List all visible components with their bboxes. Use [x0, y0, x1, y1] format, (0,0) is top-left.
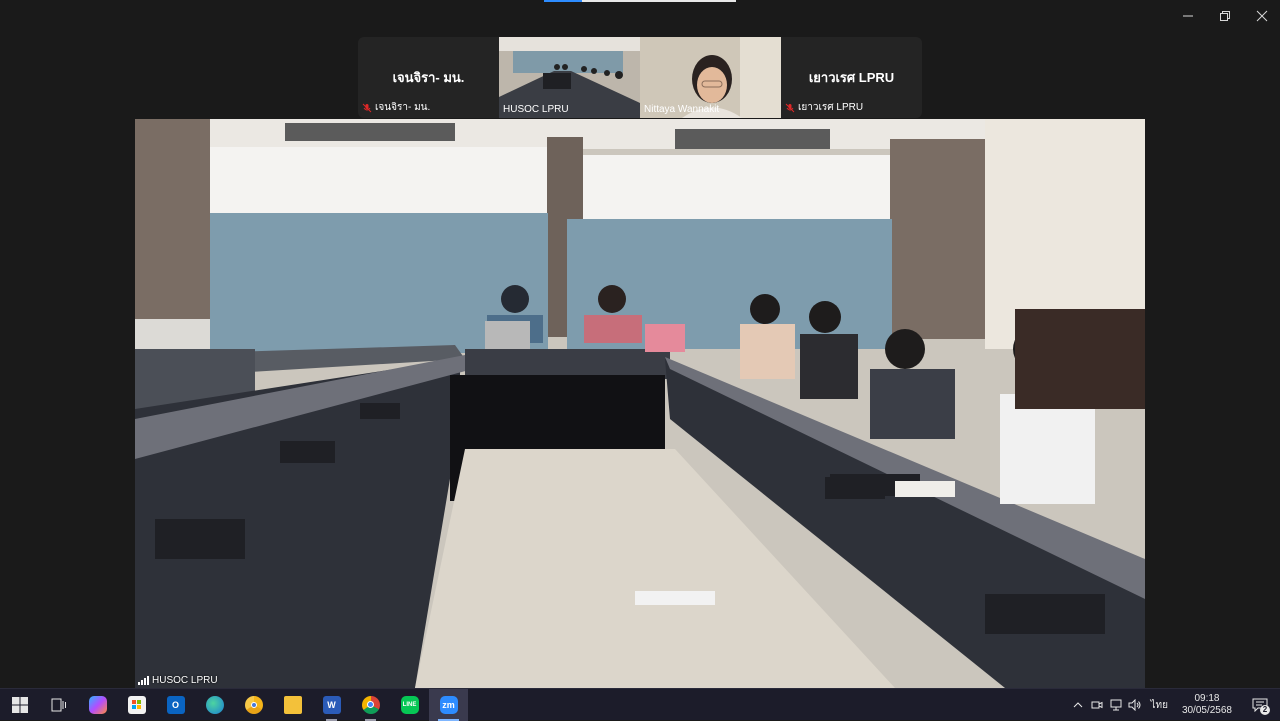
notification-badge: 2 [1260, 705, 1270, 715]
participant-name: เยาวเรศ LPRU [808, 70, 895, 85]
file-explorer-icon [283, 695, 302, 714]
signal-strength-icon [138, 676, 149, 685]
clock-time: 09:18 [1194, 693, 1220, 704]
task-view-icon [51, 698, 66, 711]
network-button[interactable] [1106, 689, 1125, 721]
copilot-button[interactable] [78, 689, 117, 721]
participant-tile[interactable]: เยาวเรศ LPRU เยาวเรศ LPRU [781, 37, 922, 118]
line-icon: LINE [400, 695, 419, 714]
notification-center-button[interactable]: 2 [1240, 689, 1280, 721]
main-video[interactable]: HUSOC LPRU [135, 119, 1145, 688]
minimize-button[interactable] [1169, 0, 1206, 32]
word-button[interactable]: W [312, 689, 351, 721]
participant-strip: เจนจิรา- มน. เจนจิรา- มน. HUSOC LPRU Nit… [358, 37, 922, 118]
participant-tile[interactable]: เจนจิรา- มน. เจนจิรา- มน. [358, 37, 499, 118]
zoom-icon-label: zm [442, 699, 455, 710]
view-switch-indicator[interactable] [544, 0, 736, 2]
chrome-canary-button[interactable] [234, 689, 273, 721]
participant-tag-label: Nittaya Wannakit [644, 104, 720, 115]
clock[interactable]: 09:18 30/05/2568 [1174, 693, 1240, 717]
meet-now-button[interactable] [1087, 689, 1106, 721]
volume-button[interactable] [1125, 689, 1144, 721]
zoom-button[interactable]: zm [429, 688, 468, 721]
word-icon: W [322, 695, 341, 714]
mic-muted-icon [362, 103, 372, 112]
system-tray: ไทย 09:18 30/05/2568 2 [1068, 689, 1280, 721]
windows-taskbar: O W LINE zm ไทย 09:18 30/05/2568 2 [0, 688, 1280, 721]
zoom-icon: zm [439, 695, 458, 714]
start-button[interactable] [0, 689, 39, 721]
file-explorer-button[interactable] [273, 689, 312, 721]
chevron-up-icon [1073, 702, 1083, 708]
mic-muted-icon [785, 103, 795, 112]
start-icon [11, 696, 28, 713]
participant-tag: เยาวเรศ LPRU [785, 100, 863, 115]
edge-button[interactable] [195, 689, 234, 721]
restore-icon [1219, 11, 1230, 21]
meeting-room-video-frame [135, 119, 1145, 688]
zoom-meeting-window: เจนจิรา- มน. เจนจิรา- มน. HUSOC LPRU Nit… [0, 0, 1280, 688]
close-button[interactable] [1243, 0, 1280, 32]
participant-tile[interactable]: Nittaya Wannakit [640, 37, 781, 118]
main-video-label: HUSOC LPRU [138, 675, 218, 686]
outlook-icon: O [166, 695, 185, 714]
participant-tag: HUSOC LPRU [503, 104, 569, 115]
task-view-button[interactable] [39, 689, 78, 721]
store-button[interactable] [117, 689, 156, 721]
speaker-icon [1128, 699, 1141, 711]
input-language-indicator[interactable]: ไทย [1144, 698, 1173, 713]
line-button[interactable]: LINE [390, 689, 429, 721]
store-icon [127, 695, 146, 714]
chrome-icon [361, 695, 380, 714]
clock-date: 30/05/2568 [1181, 705, 1232, 716]
chrome-canary-icon [244, 695, 263, 714]
outlook-button[interactable]: O [156, 689, 195, 721]
participant-name: เจนจิรา- มน. [392, 70, 465, 85]
network-icon [1110, 699, 1122, 711]
participant-tag-label: HUSOC LPRU [503, 104, 569, 115]
edge-icon [205, 695, 224, 714]
close-icon [1256, 10, 1267, 22]
chrome-button[interactable] [351, 689, 390, 721]
participant-tile-active-speaker[interactable]: HUSOC LPRU [499, 37, 640, 118]
minimize-icon [1182, 15, 1193, 17]
restore-button[interactable] [1206, 0, 1243, 32]
participant-tag-label: เยาวเรศ LPRU [798, 102, 864, 113]
show-hidden-icons-button[interactable] [1068, 689, 1087, 721]
participant-tag: Nittaya Wannakit [644, 104, 719, 115]
participant-tag-label: เจนจิรา- มน. [375, 102, 431, 113]
main-video-name: HUSOC LPRU [152, 675, 218, 686]
window-controls [1169, 0, 1280, 32]
copilot-icon [88, 695, 107, 714]
participant-tag: เจนจิรา- มน. [362, 100, 430, 115]
camera-icon [1091, 701, 1103, 709]
